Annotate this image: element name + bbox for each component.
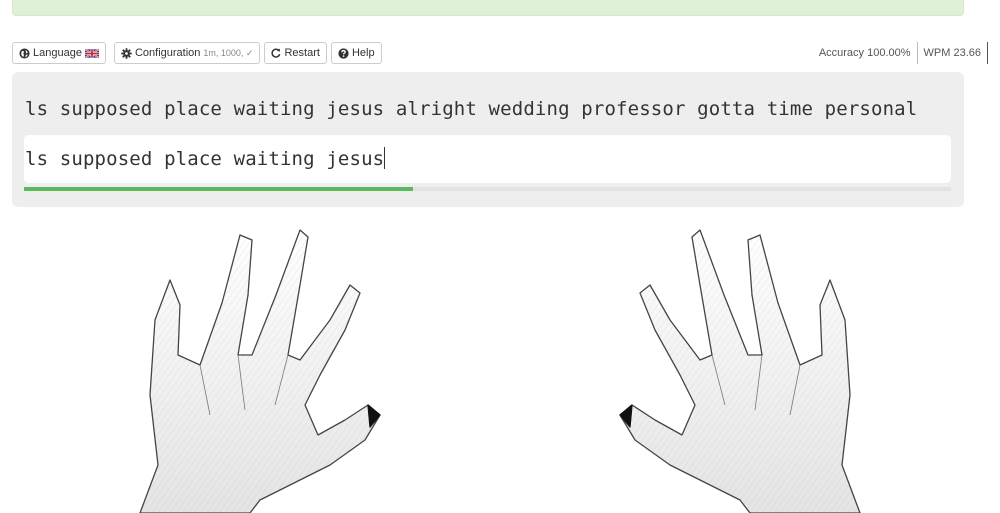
typed-text: ls supposed place waiting jesus [25, 148, 385, 170]
question-circle-icon [338, 47, 349, 59]
stats-bar: Accuracy 100.00% WPM 23.66 [813, 42, 988, 64]
refresh-icon [271, 48, 281, 58]
help-label: Help [351, 47, 375, 59]
gear-icon [121, 47, 132, 59]
right-hand [619, 229, 861, 513]
left-hand [139, 229, 381, 513]
restart-button[interactable]: Restart [264, 42, 327, 64]
configuration-button[interactable]: Configuration 1m, 1000, ✓ [113, 42, 261, 64]
configuration-detail: 1m, 1000, ✓ [203, 47, 254, 58]
language-label: Language [33, 47, 82, 59]
help-button[interactable]: Help [330, 42, 382, 64]
uk-flag-icon [84, 48, 99, 58]
typing-panel: ls supposed place waiting jesus alright … [12, 72, 964, 207]
accuracy-stat: Accuracy 100.00% [818, 47, 911, 59]
configuration-label: Configuration [134, 47, 201, 59]
text-caret [384, 147, 386, 169]
wpm-stat: WPM 23.66 [916, 42, 987, 64]
stats-divider [987, 42, 988, 64]
status-alert-bar [12, 0, 964, 16]
progress-bar [24, 187, 951, 191]
hands-illustration [139, 229, 861, 513]
typing-input[interactable]: ls supposed place waiting jesus [24, 135, 951, 183]
language-button[interactable]: Language [12, 42, 106, 64]
globe-icon [19, 47, 30, 59]
toolbar: Language Configuration 1m, 1000, ✓ Resta… [12, 42, 382, 64]
restart-label: Restart [284, 47, 320, 59]
progress-fill [24, 187, 414, 191]
target-text: ls supposed place waiting jesus alright … [25, 98, 918, 120]
